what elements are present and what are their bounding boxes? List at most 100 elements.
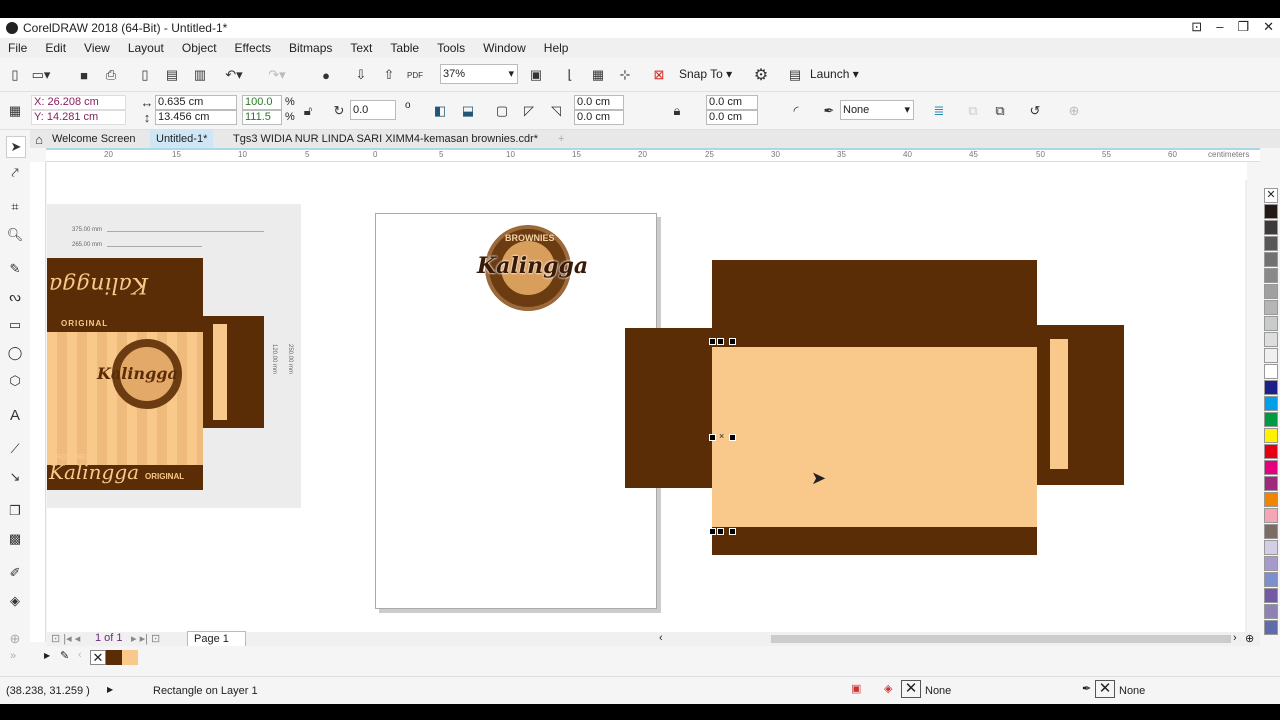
outline-width-select[interactable]: None ▾ — [840, 100, 914, 120]
relative-corner-scaling-icon[interactable]: ◜ — [787, 102, 805, 120]
text-wrap-icon[interactable]: ≣ — [930, 102, 948, 120]
zoom-navigator-icon[interactable]: ⊕ — [1245, 632, 1254, 645]
color-swatch[interactable] — [1264, 204, 1278, 219]
scroll-left-icon[interactable]: ‹ — [78, 649, 82, 661]
show-rulers-icon[interactable]: ⌊ — [561, 66, 579, 84]
menu-text[interactable]: Text — [350, 41, 372, 55]
show-guidelines-icon[interactable]: ⊹ — [616, 66, 634, 84]
show-grid-icon[interactable]: ▦ — [589, 66, 607, 84]
color-swatch[interactable] — [1264, 364, 1278, 379]
status-menu-icon[interactable]: ▶ — [107, 685, 113, 694]
menu-file[interactable]: File — [8, 41, 27, 55]
menu-layout[interactable]: Layout — [128, 41, 164, 55]
rectangle-tool-icon[interactable]: ▭ — [6, 316, 24, 334]
tab-untitled-1[interactable]: Untitled-1* — [150, 130, 214, 148]
doc-swatch-beige[interactable] — [122, 650, 138, 665]
menu-table[interactable]: Table — [390, 41, 419, 55]
menu-effects[interactable]: Effects — [235, 41, 271, 55]
paste-icon[interactable]: ▥ — [191, 66, 209, 84]
transparency-icon[interactable]: ▩ — [6, 530, 24, 548]
corner-radius-bottom-right[interactable]: 0.0 cm — [706, 110, 758, 125]
import-icon[interactable]: ⇩ — [352, 66, 370, 84]
print-icon[interactable]: ⎙ — [102, 66, 120, 84]
page-tab[interactable]: Page 1 — [187, 631, 246, 646]
eyedropper-icon[interactable]: ✐ — [6, 564, 24, 582]
snap-to-dropdown[interactable]: Snap To ▾ — [679, 67, 732, 81]
minimize-button[interactable]: – — [1216, 19, 1223, 35]
save-icon[interactable]: ■ — [75, 66, 93, 84]
eyedropper-icon[interactable]: ✎ — [60, 649, 69, 662]
object-origin-icon[interactable]: ▦ — [6, 102, 24, 120]
color-swatch[interactable] — [1264, 572, 1278, 587]
menu-window[interactable]: Window — [483, 41, 526, 55]
polygon-tool-icon[interactable]: ⬡ — [6, 372, 24, 390]
to-back-icon[interactable]: ⧉ — [991, 102, 1009, 120]
restore-button[interactable]: ❐ — [1237, 19, 1249, 35]
selection-handle[interactable] — [717, 528, 724, 535]
menu-object[interactable]: Object — [182, 41, 217, 55]
scalloped-corner-icon[interactable]: ◸ — [520, 102, 538, 120]
color-swatch[interactable] — [1264, 316, 1278, 331]
menu-view[interactable]: View — [84, 41, 110, 55]
color-swatch[interactable] — [1264, 444, 1278, 459]
color-swatch[interactable] — [1264, 460, 1278, 475]
parallel-dimension-icon[interactable]: ⟋ — [6, 440, 24, 458]
color-swatch[interactable] — [1264, 348, 1278, 363]
color-swatch[interactable] — [1264, 620, 1278, 635]
lock-ratio-icon[interactable]: 🔓︎ — [299, 102, 317, 120]
color-swatch[interactable] — [1264, 284, 1278, 299]
tab-kemasan-brownies[interactable]: Tgs3 WIDIA NUR LINDA SARI XIMM4-kemasan … — [227, 130, 544, 148]
drop-shadow-icon[interactable]: ❐ — [6, 502, 24, 520]
color-swatch[interactable] — [1264, 492, 1278, 507]
tab-welcome-screen[interactable]: Welcome Screen — [46, 130, 142, 148]
front-panel[interactable] — [712, 347, 1037, 527]
text-tool-icon[interactable]: A — [6, 406, 24, 424]
menu-bitmaps[interactable]: Bitmaps — [289, 41, 332, 55]
color-swatch[interactable] — [1264, 556, 1278, 571]
color-swatch[interactable] — [1264, 428, 1278, 443]
close-button[interactable]: ✕ — [1263, 19, 1274, 35]
menu-edit[interactable]: Edit — [45, 41, 66, 55]
corel-connect-icon[interactable]: ● — [317, 66, 335, 84]
mirror-horizontal-icon[interactable]: ◧ — [431, 102, 449, 120]
launch-dropdown[interactable]: Launch ▾ — [810, 67, 859, 81]
scale-y-field[interactable]: 111.5 — [242, 110, 282, 125]
cut-icon[interactable]: ▯ — [136, 66, 154, 84]
lock-corners-icon[interactable]: 🔒︎ — [668, 102, 686, 120]
drawing-canvas[interactable]: 375.00 mm 265.00 mm ORIGINAL ORIGINAL Ka… — [47, 162, 1247, 638]
left-side-panel[interactable] — [625, 328, 712, 488]
menu-tools[interactable]: Tools — [437, 41, 465, 55]
zoom-tool-icon[interactable]: 🔍︎ — [6, 226, 24, 244]
selection-handle[interactable] — [729, 528, 736, 535]
selection-handle[interactable] — [729, 338, 736, 345]
copy-icon[interactable]: ▤ — [163, 66, 181, 84]
menu-help[interactable]: Help — [544, 41, 569, 55]
x-position-field[interactable]: X: 26.208 cm — [31, 95, 126, 110]
options-gear-icon[interactable]: ⚙ — [752, 66, 770, 84]
color-swatch[interactable] — [1264, 540, 1278, 555]
new-document-icon[interactable]: ▯ — [6, 66, 24, 84]
crop-tool-icon[interactable]: ⌗ — [6, 198, 24, 216]
undo-icon[interactable]: ↶▾ — [225, 66, 243, 84]
open-icon[interactable]: ▭▾ — [32, 66, 51, 84]
shape-tool-icon[interactable]: ⤤ — [6, 164, 24, 182]
color-swatch[interactable] — [1264, 396, 1278, 411]
new-tab-button[interactable]: + — [552, 130, 570, 148]
ellipse-tool-icon[interactable]: ◯ — [6, 344, 24, 362]
height-field[interactable]: 13.456 cm — [155, 110, 237, 125]
snap-off-icon[interactable]: ⊠ — [650, 66, 668, 84]
publish-pdf-icon[interactable]: PDF — [406, 66, 424, 84]
corner-radius-bottom-left[interactable]: 0.0 cm — [574, 110, 624, 125]
rotation-field[interactable]: 0.0 — [350, 100, 396, 120]
account-icon[interactable]: ⊡ — [1191, 19, 1202, 35]
doc-swatch-brown[interactable] — [106, 650, 122, 665]
corner-radius-top-right[interactable]: 0.0 cm — [706, 95, 758, 110]
color-swatch[interactable] — [1264, 476, 1278, 491]
color-swatch[interactable] — [1264, 236, 1278, 251]
horizontal-scrollbar-thumb[interactable] — [771, 635, 1231, 643]
width-field[interactable]: 0.635 cm — [155, 95, 237, 110]
add-tool-icon[interactable]: ⊕ — [6, 630, 24, 648]
selection-handle[interactable] — [709, 528, 716, 535]
artistic-media-icon[interactable]: ᔓ — [6, 288, 24, 306]
corner-radius-top-left[interactable]: 0.0 cm — [574, 95, 624, 110]
